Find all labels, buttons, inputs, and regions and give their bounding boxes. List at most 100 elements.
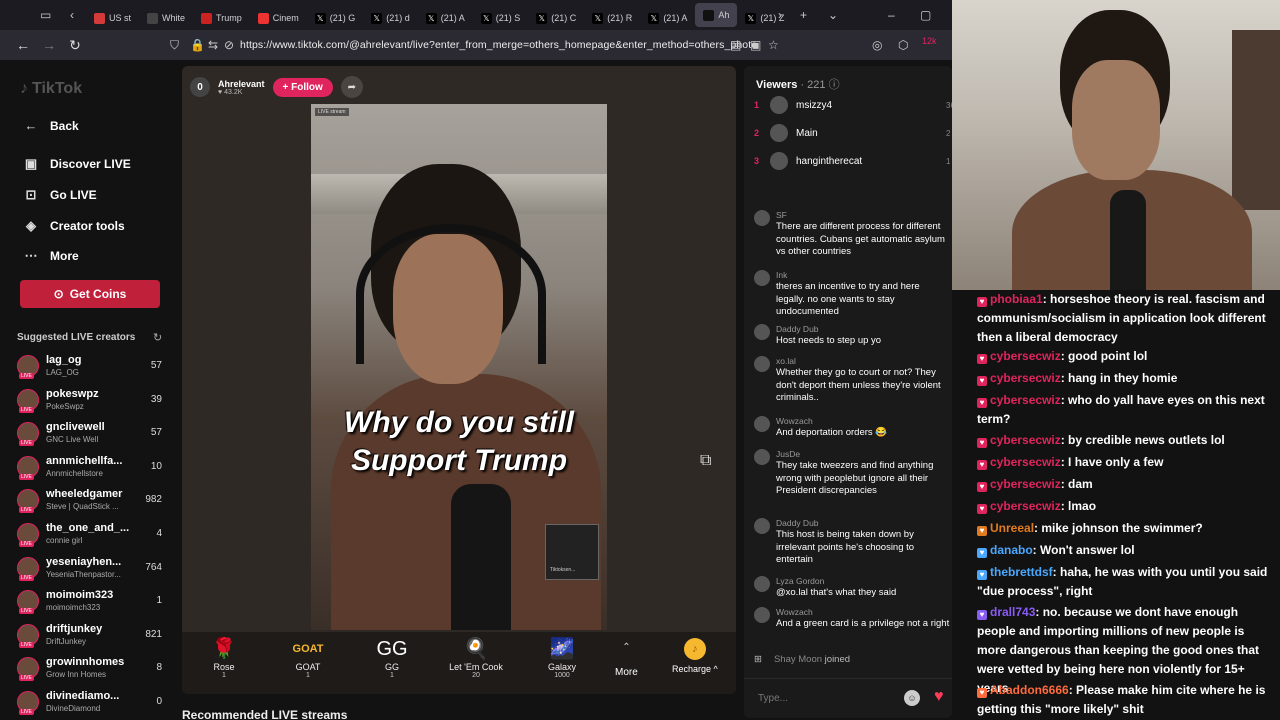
chat-avatar[interactable] (754, 607, 770, 623)
chat-avatar[interactable] (754, 270, 770, 286)
extensions-icon[interactable]: ⬡ (898, 38, 908, 52)
back-arrow-icon[interactable]: ← (10, 37, 36, 53)
browser-tab[interactable]: 𝕏 (21) Z (737, 3, 792, 33)
top-viewer[interactable]: 1msizzy436 (754, 96, 952, 114)
suggested-creator[interactable]: LIVE wheeledgamer Steve | QuadStick ... 982 (17, 486, 165, 516)
chat-username[interactable]: Daddy Dub (776, 324, 819, 334)
tab-label: US st (109, 13, 132, 23)
suggested-creator[interactable]: LIVE lag_og LAG_OG 57 (17, 352, 165, 382)
chat-username[interactable]: JusDe (776, 449, 800, 459)
tab-list-icon[interactable]: ▭ (40, 8, 51, 22)
pip-toggle-icon[interactable]: ⧉ (700, 452, 711, 470)
info-icon[interactable]: ⓘ (829, 79, 840, 91)
browser-tab[interactable]: Cinem (250, 3, 307, 33)
suggested-creator[interactable]: LIVE annmichellfa... Annmichellstore 10 (17, 453, 165, 483)
browser-tab[interactable]: White (139, 3, 193, 33)
chat-avatar[interactable] (754, 518, 770, 534)
host-name[interactable]: Ahrelevant (218, 79, 265, 89)
chat-avatar[interactable] (754, 449, 770, 465)
nav-more[interactable]: ⋯ More (22, 248, 79, 264)
notification-badge[interactable]: 12k (922, 36, 937, 46)
stream-video[interactable]: LIVE stream Why do you still Support Tru… (311, 104, 607, 630)
suggested-creator[interactable]: LIVE driftjunkey DriftJunkey 821 (17, 621, 165, 651)
tiktok-logo[interactable]: ♪ TikTok (20, 80, 82, 98)
chat-username[interactable]: SF (776, 210, 787, 220)
live-badge: LIVE (19, 675, 34, 682)
lock-icon[interactable]: 🔒 (190, 38, 205, 52)
suggested-creator[interactable]: LIVE the_one_and_... connie girl 4 (17, 520, 165, 550)
top-viewer[interactable]: 3 hangintherecat 1 (754, 152, 950, 170)
nav-go-live[interactable]: ⊡ Go LIVE (22, 187, 97, 203)
suggested-creator[interactable]: LIVE yeseniayhen... YeseniaThenpastor... 76… (17, 554, 165, 584)
nav-back[interactable]: ← Back (22, 118, 79, 133)
tab-label: Trump (216, 13, 242, 23)
browser-tab[interactable]: 𝕏 (21) d (363, 3, 418, 33)
gift-item[interactable]: 🍳 Let 'Em Cook 20 (446, 636, 506, 679)
new-tab-icon[interactable]: + (800, 8, 807, 22)
tab-dropdown-icon[interactable]: ⌄ (828, 8, 838, 22)
gift-item[interactable]: GOAT GOAT 1 (278, 636, 338, 679)
chat-avatar[interactable] (754, 324, 770, 340)
browser-tab[interactable]: 𝕏 (21) R (584, 3, 640, 33)
account-icon[interactable]: ◎ (872, 38, 882, 52)
shield-icon[interactable]: ⛉ (170, 38, 179, 53)
reload-icon[interactable]: ↻ (62, 37, 88, 54)
chat-input[interactable]: Type... (758, 693, 788, 704)
browser-tab[interactable]: 𝕏 (21) A (640, 3, 695, 33)
maximize-icon[interactable]: ▢ (920, 8, 931, 22)
tab-scroll-left-icon[interactable]: ‹ (70, 8, 74, 22)
browser-tab[interactable]: Ah (695, 3, 738, 27)
viewer-name: Main (796, 127, 818, 139)
permissions-icon[interactable]: ⇆ (208, 38, 218, 52)
host-avatar[interactable]: 0 (190, 77, 210, 97)
chat-username[interactable]: Daddy Dub (776, 518, 819, 528)
chat-avatar[interactable] (754, 356, 770, 372)
gift-item[interactable]: 🌹 Rose 1 (194, 636, 254, 679)
screenshot-icon[interactable]: ▣ (750, 38, 761, 52)
recharge-button[interactable]: ♪ Recharge ^ (672, 638, 718, 674)
browser-tab[interactable]: 𝕏 (21) S (473, 3, 529, 33)
emoji-icon[interactable]: ☺ (904, 690, 920, 706)
nav-discover-live[interactable]: ▣ Discover LIVE (22, 156, 131, 172)
minimize-icon[interactable]: – (888, 8, 895, 22)
suggested-creator[interactable]: LIVE divinediamo... DivineDiamond 0 (17, 688, 165, 718)
chat-avatar[interactable] (754, 210, 770, 226)
heart-icon[interactable]: ♥ (934, 688, 944, 706)
picture-in-picture-guest[interactable]: Tiktoksen... (545, 524, 599, 580)
camera-mute-icon[interactable]: ⊘ (224, 38, 234, 52)
stream-chat-user: cybersecwiz (990, 349, 1061, 363)
reader-icon[interactable]: ▤ (730, 38, 741, 52)
url-field[interactable]: https://www.tiktok.com/@ahrelevant/live?… (240, 39, 757, 51)
gift-item[interactable]: GG GG 1 (362, 636, 422, 679)
chat-avatar[interactable] (754, 576, 770, 592)
suggested-creator[interactable]: LIVE growinnhomes Grow Inn Homes 8 (17, 654, 165, 684)
chat-username[interactable]: Lyza Gordon (776, 576, 824, 586)
forward-arrow-icon[interactable]: → (36, 37, 62, 53)
stream-chat-text: : good point lol (1060, 349, 1148, 363)
chat-username[interactable]: Wowzach (776, 607, 813, 617)
chat-avatar[interactable] (754, 416, 770, 432)
browser-tab[interactable]: 𝕏 (21) G (307, 3, 364, 33)
viewers-heading[interactable]: Viewers · 221 ⓘ (756, 76, 840, 92)
chat-username[interactable]: Wowzach (776, 416, 813, 426)
follow-button[interactable]: + Follow (272, 77, 333, 97)
tab-scroll-right-icon[interactable]: › (778, 8, 782, 22)
bookmark-star-icon[interactable]: ☆ (768, 38, 779, 52)
suggested-creator[interactable]: LIVE gnclivewell GNC Live Well 57 (17, 419, 165, 449)
browser-tab[interactable]: Trump (193, 3, 250, 33)
browser-tab[interactable]: US st (86, 3, 139, 33)
nav-creator-tools[interactable]: ◈ Creator tools (22, 218, 125, 234)
top-viewer[interactable]: 2 Main 2 (754, 124, 950, 142)
browser-tab[interactable]: 𝕏 (21) A (418, 3, 473, 33)
gift-item[interactable]: 🌌 Galaxy 1000 (532, 636, 592, 679)
refresh-icon[interactable]: ↻ (153, 331, 162, 344)
chat-username[interactable]: Ink (776, 270, 787, 280)
chat-username[interactable]: xo.lal (776, 356, 796, 366)
browser-tab[interactable]: 𝕏 (21) C (528, 3, 584, 33)
more-gifts-button[interactable]: ⌃ More (615, 642, 638, 678)
share-icon[interactable]: ➦ (340, 76, 363, 98)
get-coins-button[interactable]: ⊙ Get Coins (20, 280, 160, 308)
live-stream-player[interactable]: 0 Ahrelevant ♥ 43.2K + Follow ➦ LIVE str… (182, 66, 736, 694)
suggested-creator[interactable]: LIVE moimoim323 moimoimch323 1 (17, 587, 165, 617)
suggested-creator[interactable]: LIVE pokeswpz PokeSwpz 39 (17, 386, 165, 416)
